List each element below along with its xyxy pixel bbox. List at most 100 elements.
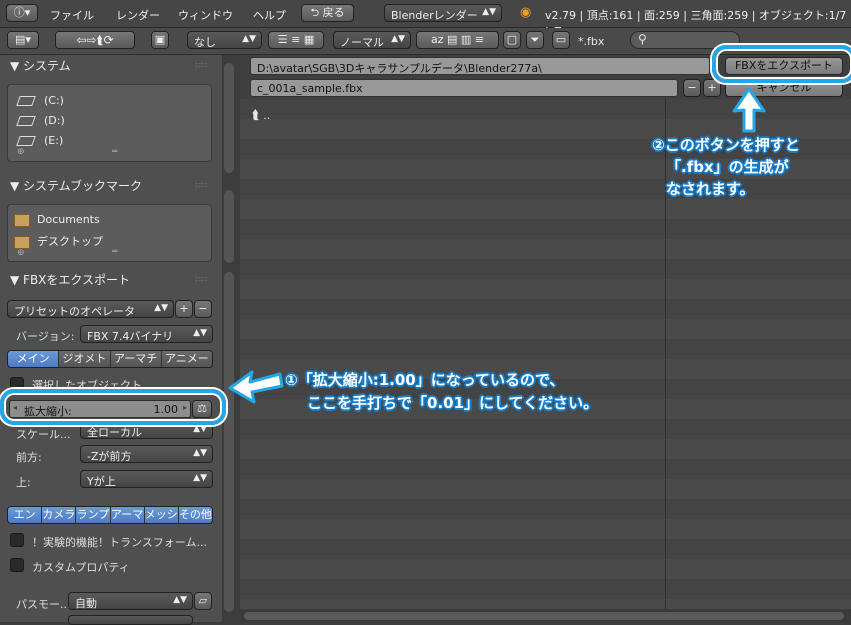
sort-time-icon[interactable]: ▥ (461, 33, 471, 46)
list-short-icon[interactable]: ☰ (278, 33, 288, 46)
annotation-scale-line1: ①「拡大縮小:1.00」になっているので、 (285, 371, 565, 389)
preset-select[interactable]: プリセットのオペレータ ▲▼ (7, 300, 174, 318)
resize-grip-icon[interactable]: ═ (112, 147, 117, 157)
hide-dot-files-button[interactable]: ▢ (503, 31, 521, 49)
tab-geometry[interactable]: ジオメト (59, 351, 111, 367)
forward-label: 前方: (16, 451, 42, 464)
sort-buttons[interactable]: az ▤ ▥ ≡ (416, 31, 499, 49)
drag-handle-icon[interactable]: ∷∷ (196, 61, 208, 70)
drive-label: (C:) (44, 94, 64, 107)
drag-handle-icon[interactable]: ∷∷ (196, 181, 208, 190)
scale-space-label: スケール... (16, 428, 71, 441)
back-icon: ⮌ (310, 6, 320, 19)
tab-mesh[interactable]: メッシ (144, 507, 179, 523)
filter-toggle-button[interactable]: ⏷ (526, 31, 544, 49)
menu-window[interactable]: ウィンドウ (178, 7, 233, 23)
arrow-right-icon[interactable]: ⇨ (86, 33, 96, 47)
menu-help[interactable]: ヘルプ (253, 7, 286, 23)
recursion-value: なし (194, 36, 216, 49)
parent-dir-icon: ⮬ (252, 108, 260, 123)
parent-directory-row[interactable]: ⮬ .. (252, 108, 270, 123)
render-engine-select[interactable]: Blenderレンダー ▲▼ (384, 4, 502, 22)
render-engine-value: Blenderレンダー (391, 9, 478, 22)
drive-item[interactable]: (C:) (16, 94, 64, 107)
bookmark-item[interactable]: Documents (14, 213, 100, 227)
remove-preset-button[interactable]: − (194, 300, 212, 318)
folder-icon (14, 235, 30, 249)
tab-animation[interactable]: アニメー (161, 351, 212, 367)
bookmarks-header-label: システムブックマーク (23, 179, 142, 193)
system-header-label: システム (23, 59, 71, 73)
plus-icon: + (707, 81, 717, 94)
thumbnail-size-select[interactable]: ノーマル ▲▼ (333, 31, 411, 49)
refresh-icon[interactable]: ⟳ (104, 33, 114, 47)
package-icon: ▱ (198, 594, 208, 607)
add-icon[interactable]: ⊕ (17, 147, 25, 157)
increment-filename-button[interactable]: + (703, 79, 721, 97)
select-arrows-icon: ▲▼ (154, 303, 168, 313)
add-preset-button[interactable]: + (175, 300, 193, 318)
tab-camera[interactable]: カメラ (42, 507, 77, 523)
menu-render[interactable]: レンダー (116, 7, 160, 23)
tab-armature[interactable]: アーマチ (110, 351, 162, 367)
horizontal-scrollbar[interactable] (244, 612, 844, 620)
drive-item[interactable]: (E:) (16, 134, 63, 147)
thumbnails-icon[interactable]: ▦ (304, 33, 314, 46)
bookmark-item[interactable]: デスクトップ (14, 233, 103, 249)
custom-props-checkbox[interactable] (10, 558, 24, 572)
export-panel-header[interactable]: ▼ FBXをエクスポート (10, 271, 130, 288)
sort-alpha-icon[interactable]: az (431, 33, 444, 46)
list-long-icon[interactable]: ≡ (291, 33, 300, 46)
tab-lamp[interactable]: ランプ (76, 507, 111, 523)
directory-path-field[interactable]: D:\avatar\SGB\3Dキャラサンプルデータ\Blender277a\ (250, 57, 710, 75)
export-header-label: FBXをエクスポート (23, 273, 131, 287)
sort-ext-icon[interactable]: ▤ (447, 33, 457, 46)
sort-size-icon[interactable]: ≡ (475, 33, 484, 46)
tab-empty[interactable]: エン (8, 507, 43, 523)
display-mode-buttons[interactable]: ☰ ≡ ▦ (268, 31, 324, 49)
parent-dir-icon[interactable]: ⮬ (96, 33, 103, 47)
bookmarks-scrollbar[interactable] (224, 190, 234, 263)
system-panel-header[interactable]: ▼ システム (10, 57, 71, 74)
version-value: FBX 7.4バイナリ (87, 330, 174, 343)
arrow-left-icon[interactable]: ⇦ (76, 33, 86, 47)
decrement-filename-button[interactable]: − (683, 79, 701, 97)
minus-icon: − (687, 81, 697, 94)
menu-file[interactable]: ファイル (50, 7, 94, 23)
filename-field[interactable]: c_001a_sample.fbx (250, 79, 678, 97)
parent-dir-label: .. (263, 109, 271, 122)
new-directory-button[interactable]: ▣ (151, 31, 169, 49)
bookmarks-panel-header[interactable]: ▼ システムブックマーク (10, 177, 142, 194)
drag-handle-icon[interactable]: ∷∷ (196, 275, 208, 284)
back-button[interactable]: ⮌ 戻る (301, 4, 354, 22)
drive-icon (16, 116, 36, 126)
bookmarks-list: Documents デスクトップ ⊕ ═ (7, 204, 212, 262)
add-icon[interactable]: ⊕ (17, 248, 25, 258)
system-scrollbar[interactable] (224, 63, 234, 173)
tab-other[interactable]: その他 (178, 507, 212, 523)
nav-buttons[interactable]: ⇦⇨⮬⟳ (55, 31, 135, 49)
export-options-scrollbar[interactable] (224, 272, 234, 612)
up-axis-select[interactable]: Yが上 ▲▼ (80, 470, 213, 488)
arrow-to-scale-icon (228, 370, 284, 404)
resize-grip-icon[interactable]: ═ (112, 247, 117, 257)
editor-type-button[interactable]: ▤▾ (7, 31, 39, 49)
batch-mode-select[interactable] (68, 615, 193, 625)
file-browser-icon: ▤▾ (15, 33, 31, 46)
funnel-icon: ⏷ (530, 33, 540, 46)
experimental-checkbox[interactable] (10, 533, 24, 547)
select-arrows-icon: ▲▼ (242, 34, 256, 44)
info-editor-type-button[interactable]: ⓘ▾ (6, 4, 38, 22)
filter-folder-button[interactable]: ▭ (552, 31, 570, 49)
recursion-select[interactable]: なし ▲▼ (187, 31, 262, 49)
embed-textures-button[interactable]: ▱ (194, 592, 212, 610)
forward-axis-select[interactable]: -Zが前方 ▲▼ (80, 445, 213, 463)
path-mode-select[interactable]: 自動 ▲▼ (68, 592, 193, 610)
left-sidebar: ▼ システム ∷∷ (C:) (D:) (E:) ⊕ ═ ▼ システムブックマー… (0, 55, 222, 625)
version-select[interactable]: FBX 7.4バイナリ ▲▼ (80, 325, 213, 343)
select-arrows-icon: ▲▼ (193, 473, 207, 483)
drive-item[interactable]: (D:) (16, 114, 65, 127)
tab-main[interactable]: メイン (8, 351, 60, 367)
annotation-export-line3: なされます。 (666, 180, 755, 198)
tab-armature-type[interactable]: アーマ (110, 507, 145, 523)
